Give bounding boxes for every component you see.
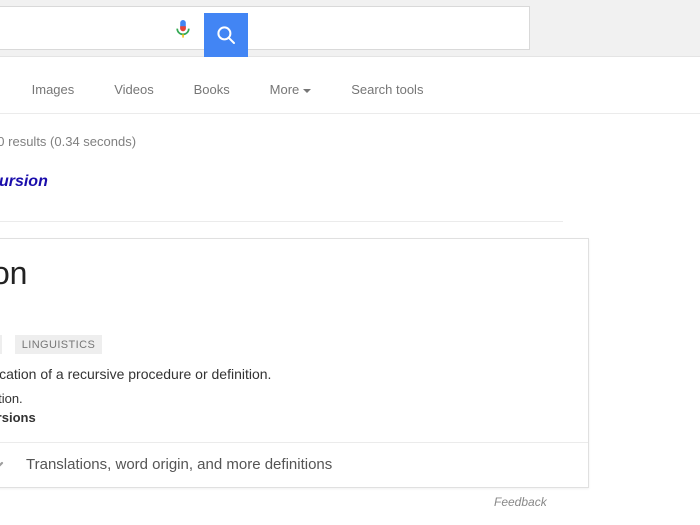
definition-card: cur·sion ZHən/ ATHEMATICS LINGUISTICS ep…: [0, 238, 589, 488]
spelling-divider: [0, 221, 563, 222]
definition-category-tags: ATHEMATICS LINGUISTICS: [0, 335, 110, 354]
google-search-results-page: ps Images Videos Books More Search tools…: [0, 0, 700, 525]
definition-more-row[interactable]: Translations, word origin, and more defi…: [0, 443, 588, 488]
spelling-suggestion-link[interactable]: recursion: [0, 173, 48, 190]
definition-headword: cur·sion: [0, 255, 28, 291]
nav-tab-more[interactable]: More: [270, 74, 312, 106]
microphone-icon[interactable]: [168, 16, 198, 44]
nav-divider: [0, 113, 700, 114]
tag-linguistics: LINGUISTICS: [14, 335, 103, 354]
nav-tab-videos[interactable]: Videos: [114, 74, 154, 106]
search-nav-tabs: ps Images Videos Books More Search tools: [0, 74, 424, 106]
header-divider: [0, 56, 700, 57]
definition-subsense: ecursive definition.: [0, 391, 23, 406]
spelling-suggestion: mean: recursion: [0, 173, 48, 191]
feedback-link[interactable]: Feedback: [494, 495, 547, 509]
tag-mathematics: ATHEMATICS: [0, 335, 3, 354]
nav-tab-images[interactable]: Images: [32, 74, 75, 106]
nav-tab-books[interactable]: Books: [194, 74, 230, 106]
nav-tab-more-label: More: [269, 82, 300, 97]
definition-more-label: Translations, word origin, and more defi…: [26, 456, 333, 473]
chevron-down-icon: [0, 457, 5, 473]
chevron-down-icon: [303, 88, 312, 93]
nav-tab-search-tools[interactable]: Search tools: [351, 74, 423, 106]
search-button[interactable]: [204, 13, 248, 57]
result-stats: 0,000 results (0.34 seconds): [0, 134, 137, 149]
search-form: [0, 6, 530, 57]
definition-plural-form: recursions: [0, 410, 36, 425]
definition-plural-note: ral noun: recursions: [0, 410, 36, 425]
definition-sense: epeated application of a recursive proce…: [0, 366, 272, 382]
